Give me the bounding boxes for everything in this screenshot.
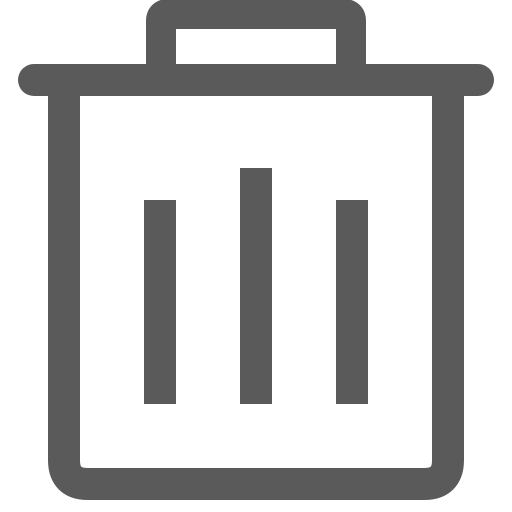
trash-slat-center (240, 168, 272, 404)
trash-slat-right (336, 200, 368, 404)
trash-lid-handle (146, 0, 366, 81)
trash-icon-container (0, 0, 512, 512)
trash-icon (18, 0, 494, 500)
trash-slat-left (144, 200, 176, 404)
